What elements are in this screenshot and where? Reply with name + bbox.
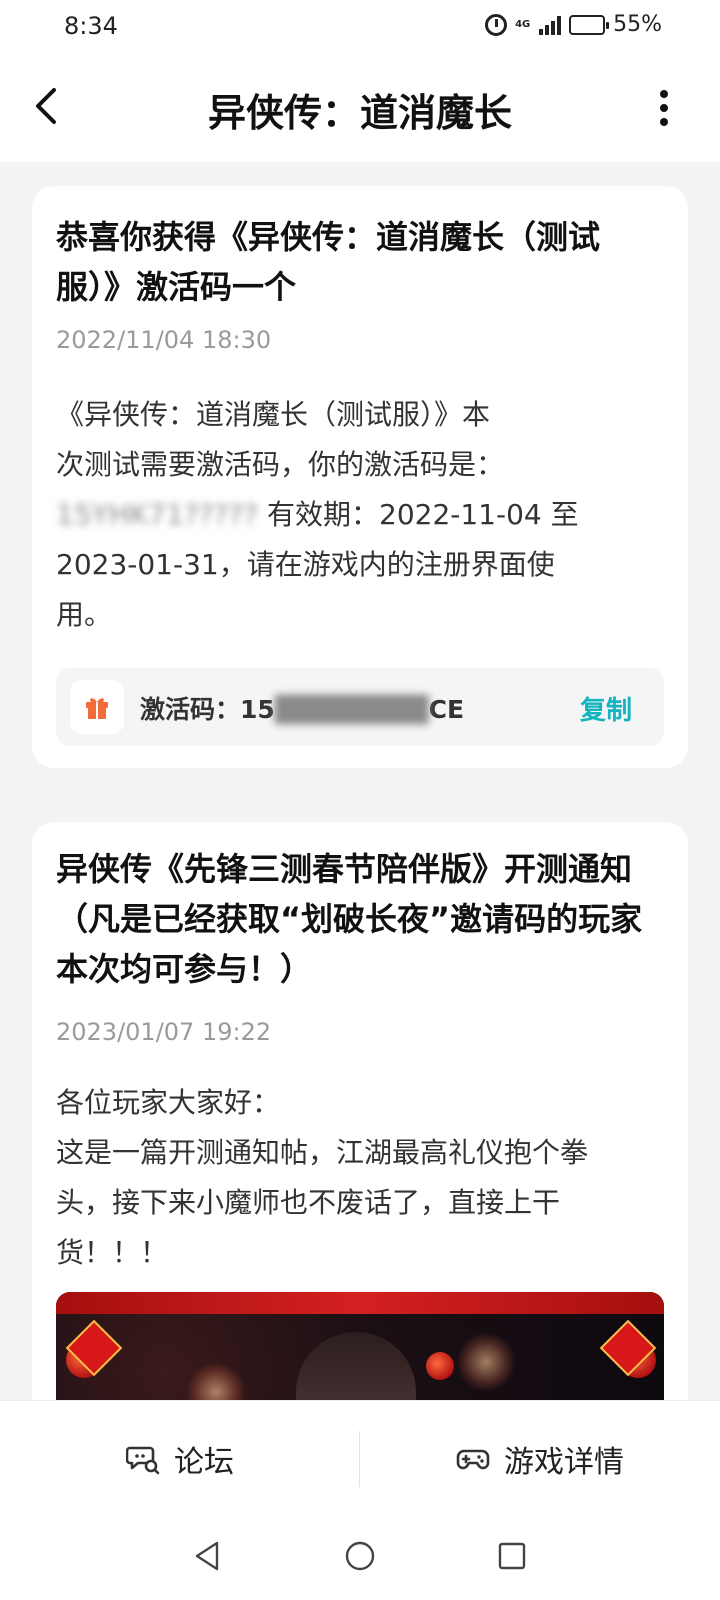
status-bar: 8:34 4G 55% <box>0 0 720 56</box>
body-line: 《异侠传：道消魔长（测试服）》本 <box>56 398 491 431</box>
post-banner-image[interactable] <box>56 1292 664 1400</box>
tab-forum[interactable]: 论坛 <box>0 1401 360 1517</box>
gift-icon <box>70 680 124 734</box>
body-line: 这是一篇开测通知帖，江湖最高礼仪抱个拳 <box>56 1136 589 1169</box>
post-body: 各位玩家大家好： 这是一篇开测通知帖，江湖最高礼仪抱个拳 头，接下来小魔师也不废… <box>56 1078 664 1278</box>
redacted-code: ████████ <box>274 695 429 724</box>
code-label: 激活码： <box>140 695 241 724</box>
character-figure <box>296 1332 416 1400</box>
battery-icon <box>569 14 610 35</box>
tab-game-detail-label: 游戏详情 <box>504 1445 624 1480</box>
body-line: 用。 <box>56 598 113 631</box>
code-value-end: CE <box>428 695 465 724</box>
body-line: 各位玩家大家好： <box>56 1086 281 1119</box>
post-list[interactable]: 恭喜你获得《异侠传：道消魔长（测试服）》激活码一个 2022/11/04 18:… <box>0 162 720 1400</box>
nav-home-button[interactable] <box>338 1534 382 1578</box>
circle-home-icon <box>345 1541 375 1571</box>
square-recents-icon <box>498 1542 526 1570</box>
post-body: 《异侠传：道消魔长（测试服）》本 次测试需要激活码，你的激活码是： 15YHK7… <box>56 390 664 640</box>
code-value-start: 15 <box>240 695 275 724</box>
system-nav-bar <box>0 1516 720 1600</box>
nav-recents-button[interactable] <box>490 1534 534 1578</box>
body-line: 货！！！ <box>56 1236 169 1269</box>
validity-text: 有效期：2022-11-04 至 <box>267 498 579 531</box>
tab-forum-label: 论坛 <box>174 1445 234 1480</box>
more-options-button[interactable] <box>646 86 682 130</box>
post-date: 2023/01/07 19:22 <box>56 1018 272 1046</box>
copy-button[interactable]: 复制 <box>580 690 632 727</box>
app-header: 异侠传：道消魔长 <box>0 56 720 162</box>
body-line: 头，接下来小魔师也不废话了，直接上干 <box>56 1186 561 1219</box>
tab-game-detail[interactable]: 游戏详情 <box>360 1401 720 1517</box>
bottom-tab-bar: 论坛 游戏详情 <box>0 1400 720 1516</box>
post-date: 2022/11/04 18:30 <box>56 326 272 354</box>
battery-percent: 55% <box>613 12 662 37</box>
lantern-decoration <box>426 1352 454 1380</box>
activation-code-text: 激活码：15████████CE <box>140 690 464 726</box>
firework-decoration <box>186 1362 246 1400</box>
gamepad-icon <box>456 1449 490 1470</box>
triangle-back-icon <box>195 1541 219 1571</box>
signal-icon <box>539 15 562 35</box>
status-icons: 4G 55% <box>485 12 662 37</box>
body-line: 2023-01-31，请在游戏内的注册界面使 <box>56 548 555 581</box>
post-title: 恭喜你获得《异侠传：道消魔长（测试服）》激活码一个 <box>56 218 601 306</box>
network-type-icon: 4G <box>515 18 531 30</box>
firework-decoration <box>456 1332 516 1392</box>
redacted-code: 15YHK71????? <box>56 498 259 531</box>
post-card[interactable]: 异侠传《先锋三测春节陪伴版》开测通知（凡是已经获取“划破长夜”邀请码的玩家本次均… <box>32 822 688 1400</box>
post-title: 异侠传《先锋三测春节陪伴版》开测通知（凡是已经获取“划破长夜”邀请码的玩家本次均… <box>56 850 643 988</box>
nav-back-button[interactable] <box>186 1534 230 1578</box>
alarm-icon <box>485 13 508 36</box>
status-time: 8:34 <box>64 12 118 40</box>
banner-decoration <box>56 1292 664 1314</box>
activation-code-box: 激活码：15████████CE 复制 <box>56 668 664 746</box>
post-card[interactable]: 恭喜你获得《异侠传：道消魔长（测试服）》激活码一个 2022/11/04 18:… <box>32 186 688 768</box>
more-vertical-icon <box>660 90 668 98</box>
page-title: 异侠传：道消魔长 <box>207 91 512 135</box>
chat-search-icon <box>126 1446 160 1475</box>
body-line: 次测试需要激活码，你的激活码是： <box>56 448 505 481</box>
body-line: 15YHK71????? 有效期：2022-11-04 至 <box>56 490 664 540</box>
